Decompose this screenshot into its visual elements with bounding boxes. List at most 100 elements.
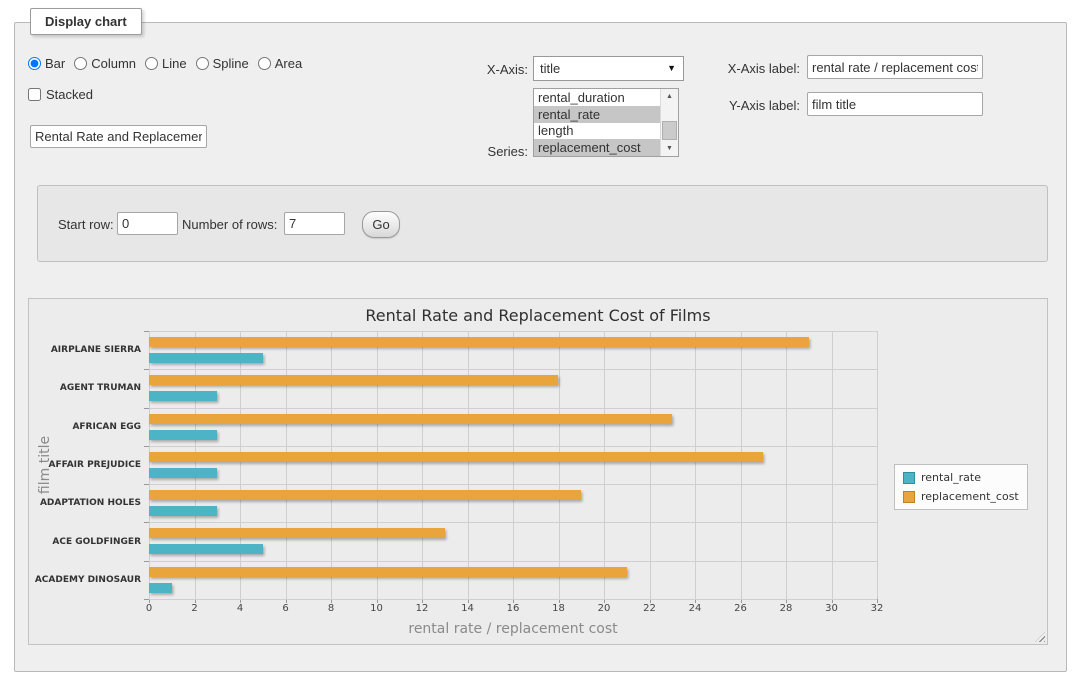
gridline — [650, 331, 651, 599]
panel-title: Display chart — [30, 8, 142, 35]
chevron-down-icon: ▼ — [667, 64, 676, 73]
radio-label-column: Column — [91, 56, 136, 71]
legend-label-replacement_cost: replacement_cost — [921, 490, 1019, 503]
legend-item-replacement_cost[interactable]: replacement_cost — [903, 490, 1019, 503]
gridline — [513, 331, 514, 599]
chart-type-option-column: Column — [74, 56, 136, 71]
chart-legend: rental_rate replacement_cost — [894, 464, 1028, 510]
y-axis-label-input[interactable] — [807, 92, 983, 116]
gridline — [149, 484, 877, 485]
gridline — [422, 331, 423, 599]
category-label: ACE GOLDFINGER — [29, 536, 141, 548]
start-row-input[interactable] — [117, 212, 178, 235]
gridline — [377, 331, 378, 599]
y-axis-label-field-label: Y-Axis label: — [712, 98, 800, 113]
legend-swatch-rental_rate — [903, 472, 915, 484]
num-rows-label: Number of rows: — [182, 217, 277, 232]
radio-bar[interactable] — [28, 57, 41, 70]
x-tick-label: 8 — [316, 603, 346, 614]
x-tick-label: 30 — [817, 603, 847, 614]
chart-type-option-spline: Spline — [196, 56, 249, 71]
num-rows-input[interactable] — [284, 212, 345, 235]
x-axis-select-label: X-Axis: — [448, 62, 528, 77]
series-option-length[interactable]: length — [534, 123, 661, 140]
series-options: rental_durationrental_ratelengthreplacem… — [534, 89, 661, 156]
bar-replacement_cost — [149, 337, 809, 347]
x-tick-label: 6 — [271, 603, 301, 614]
category-label: ACADEMY DINOSAUR — [29, 574, 141, 586]
stacked-label: Stacked — [46, 87, 93, 102]
chart-container: Rental Rate and Replacement Cost of Film… — [28, 298, 1048, 645]
x-axis-title: rental rate / replacement cost — [149, 621, 877, 637]
bar-rental_rate — [149, 391, 217, 401]
radio-line[interactable] — [145, 57, 158, 70]
gridline — [695, 331, 696, 599]
gridline — [832, 331, 833, 599]
chart-type-radio-group: Bar Column Line Spline Area — [28, 54, 302, 72]
y-tick-mark — [144, 369, 149, 370]
series-option-replacement_cost[interactable]: replacement_cost — [534, 139, 661, 156]
resize-handle-icon[interactable] — [1035, 632, 1045, 642]
category-label: AIRPLANE SIERRA — [29, 344, 141, 356]
category-label: ADAPTATION HOLES — [29, 497, 141, 509]
stacked-row: Stacked — [28, 87, 93, 102]
series-select-label: Series: — [448, 144, 528, 159]
radio-label-spline: Spline — [213, 56, 249, 71]
scrollbar[interactable]: ▲ ▼ — [660, 89, 678, 156]
radio-label-area: Area — [275, 56, 302, 71]
legend-item-rental_rate[interactable]: rental_rate — [903, 471, 1019, 484]
bar-replacement_cost — [149, 567, 627, 577]
bar-rental_rate — [149, 506, 217, 516]
radio-area[interactable] — [258, 57, 271, 70]
x-axis-label-input[interactable] — [807, 55, 983, 79]
x-tick-label: 26 — [726, 603, 756, 614]
x-axis-select[interactable]: title ▼ — [533, 56, 684, 81]
stacked-checkbox[interactable] — [28, 88, 41, 101]
chart-type-option-area: Area — [258, 56, 302, 71]
gridline — [195, 331, 196, 599]
gridline — [149, 561, 877, 562]
gridline — [149, 369, 877, 370]
category-label: AFRICAN EGG — [29, 421, 141, 433]
gridline — [604, 331, 605, 599]
scrollbar-thumb[interactable] — [662, 121, 677, 140]
y-tick-mark — [144, 522, 149, 523]
x-tick-label: 12 — [407, 603, 437, 614]
x-tick-label: 16 — [498, 603, 528, 614]
chart-type-option-line: Line — [145, 56, 187, 71]
gridline — [741, 331, 742, 599]
scroll-up-icon[interactable]: ▲ — [661, 89, 678, 104]
legend-swatch-replacement_cost — [903, 491, 915, 503]
x-tick-label: 10 — [362, 603, 392, 614]
radio-label-bar: Bar — [45, 56, 65, 71]
x-tick-label: 4 — [225, 603, 255, 614]
bar-rental_rate — [149, 430, 217, 440]
go-button[interactable]: Go — [362, 211, 400, 238]
category-label: AFFAIR PREJUDICE — [29, 459, 141, 471]
radio-spline[interactable] — [196, 57, 209, 70]
gridline — [240, 331, 241, 599]
y-tick-mark — [144, 561, 149, 562]
series-option-rental_duration[interactable]: rental_duration — [534, 89, 661, 106]
radio-column[interactable] — [74, 57, 87, 70]
bar-replacement_cost — [149, 414, 672, 424]
chart-type-option-bar: Bar — [28, 56, 65, 71]
x-tick-label: 28 — [771, 603, 801, 614]
bar-rental_rate — [149, 468, 217, 478]
bar-replacement_cost — [149, 452, 763, 462]
series-option-rental_rate[interactable]: rental_rate — [534, 106, 661, 123]
gridline — [149, 599, 877, 600]
y-tick-mark — [144, 446, 149, 447]
chart-title-input[interactable] — [30, 125, 207, 148]
series-multiselect[interactable]: rental_durationrental_ratelengthreplacem… — [533, 88, 679, 157]
y-tick-mark — [144, 599, 149, 600]
gridline — [149, 446, 877, 447]
category-label: AGENT TRUMAN — [29, 382, 141, 394]
bar-replacement_cost — [149, 528, 445, 538]
gridline — [468, 331, 469, 599]
x-tick-label: 0 — [134, 603, 164, 614]
gridline — [286, 331, 287, 599]
scroll-down-icon[interactable]: ▼ — [661, 141, 678, 156]
gridline — [559, 331, 560, 599]
x-tick-label: 18 — [544, 603, 574, 614]
